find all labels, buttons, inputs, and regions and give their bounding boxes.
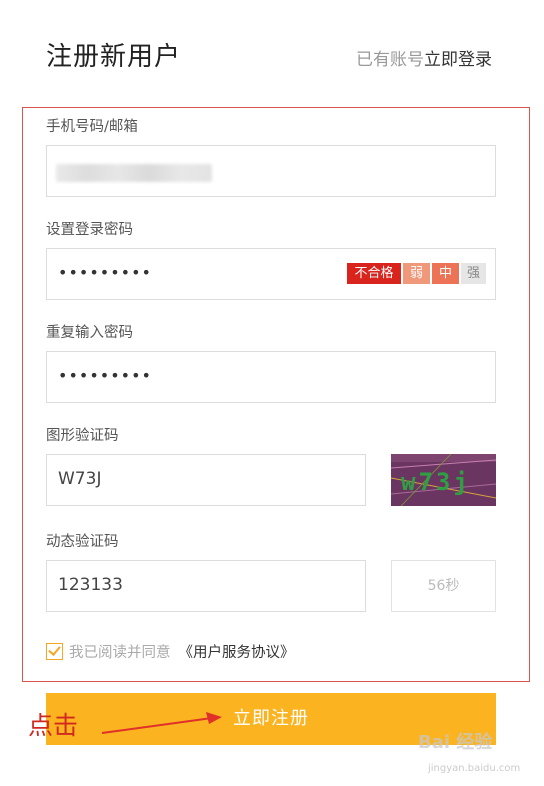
sms-code-label: 动态验证码 (46, 534, 119, 550)
phone-label: 手机号码/邮箱 (46, 119, 138, 135)
strength-strong: 强 (461, 263, 486, 284)
strength-medium: 中 (432, 263, 459, 284)
click-annotation-label: 点击 (28, 711, 79, 740)
confirm-password-label: 重复输入密码 (46, 325, 133, 341)
captcha-image-text: w73j (401, 468, 471, 496)
captcha-image[interactable]: w73j (391, 454, 496, 506)
captcha-value: W73J (58, 469, 102, 489)
page-title: 注册新用户 (46, 42, 182, 72)
watermark-url: jingyan.baidu.com (428, 763, 521, 774)
arrow-icon (101, 712, 222, 734)
sms-countdown-button[interactable]: 56秒 (391, 560, 496, 612)
login-link[interactable]: 立即登录 (424, 50, 492, 70)
strength-weak: 弱 (403, 263, 430, 284)
sms-code-value: 123133 (58, 575, 123, 595)
confirm-password-value: ••••••••• (58, 366, 152, 385)
login-prompt-text: 已有账号 (356, 50, 424, 70)
agreement-row: 我已阅读并同意 《用户服务协议》 (46, 641, 295, 662)
captcha-graphic: w73j (391, 454, 496, 506)
agreement-link[interactable]: 《用户服务协议》 (179, 641, 295, 662)
watermark: Bai 经验 (418, 732, 493, 753)
password-label: 设置登录密码 (46, 222, 133, 238)
password-strength-meter: 不合格 弱 中 强 (347, 263, 486, 284)
phone-value-blurred (56, 164, 212, 182)
agreement-text: 我已阅读并同意 (69, 645, 171, 661)
password-value: ••••••••• (58, 263, 152, 282)
strength-fail: 不合格 (347, 263, 401, 284)
agreement-checkbox[interactable] (46, 643, 63, 660)
captcha-label: 图形验证码 (46, 428, 119, 444)
login-hint: 已有账号立即登录 (356, 45, 492, 70)
